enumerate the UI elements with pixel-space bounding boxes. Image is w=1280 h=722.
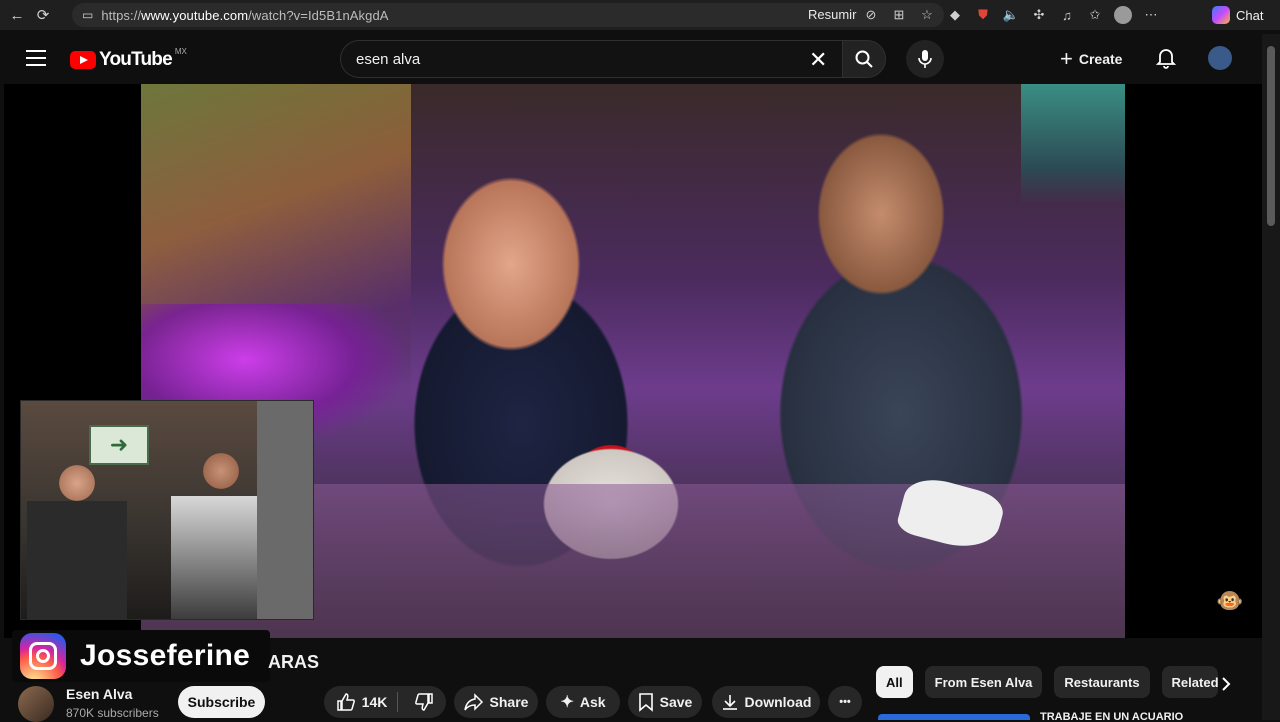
- page-scrollbar[interactable]: [1262, 34, 1280, 720]
- ask-button[interactable]: ✦ Ask: [546, 686, 620, 718]
- monkey-emoji-icon: 🐵: [1216, 588, 1244, 613]
- streamer-person-left: [27, 461, 127, 619]
- notifications-button[interactable]: [1155, 47, 1177, 74]
- instagram-handle: Josseferine: [80, 639, 251, 672]
- instagram-icon: [20, 633, 66, 679]
- favorite-star-icon[interactable]: ☆: [916, 4, 938, 26]
- create-label: Create: [1078, 51, 1123, 67]
- profile-icon[interactable]: [1112, 4, 1134, 26]
- share-icon: [463, 693, 483, 711]
- extensions-puzzle-icon[interactable]: ✣: [1028, 4, 1050, 26]
- search-input[interactable]: esen alva ✕: [340, 40, 842, 78]
- favorites-icon[interactable]: ✩: [1084, 4, 1106, 26]
- recommendation-chips: All From Esen Alva Restaurants Related: [876, 666, 1218, 698]
- region-code: MX: [174, 46, 187, 56]
- youtube-header: YouTube MX esen alva ✕ + Create: [0, 34, 1262, 84]
- mute-icon[interactable]: 🔈: [1000, 4, 1022, 26]
- browser-toolbar: ← ⟳ ▭ https://www.youtube.com/watch?v=Id…: [0, 0, 1280, 30]
- copilot-icon: [1212, 6, 1230, 24]
- media-icon[interactable]: ♫: [1056, 4, 1078, 26]
- exit-sign-icon: ➜: [89, 425, 149, 465]
- download-label: Download: [744, 694, 812, 710]
- logo-text: YouTube: [99, 49, 173, 70]
- like-button[interactable]: 14K: [336, 692, 399, 712]
- url-text: https://www.youtube.com/watch?v=Id5B1nAk…: [101, 7, 389, 23]
- share-label: Share: [489, 694, 529, 710]
- save-button[interactable]: Save: [628, 686, 702, 718]
- clear-search-icon[interactable]: ✕: [809, 47, 827, 73]
- video-title: ARAS: [268, 652, 320, 672]
- refresh-icon[interactable]: ⟳: [30, 0, 56, 30]
- chip-restaurants[interactable]: Restaurants: [1054, 666, 1150, 698]
- like-count: 14K: [361, 694, 388, 710]
- account-avatar[interactable]: [1208, 46, 1232, 70]
- voice-search-button[interactable]: [906, 40, 944, 78]
- menu-icon[interactable]: [26, 50, 46, 68]
- subscriber-count: 870K subscribers: [66, 706, 159, 720]
- sparkle-icon: ✦: [560, 694, 574, 711]
- webcam-overlay: ➜: [20, 400, 314, 620]
- resumir-button[interactable]: Resumir: [808, 7, 856, 22]
- youtube-play-icon: [70, 51, 96, 69]
- instagram-overlay: Josseferine: [12, 630, 270, 682]
- share-button[interactable]: Share: [454, 686, 538, 718]
- more-actions-button[interactable]: •••: [828, 686, 862, 718]
- dislike-button[interactable]: [404, 692, 434, 712]
- thumbs-up-icon: [336, 693, 355, 711]
- recommendation-thumbnail[interactable]: [878, 714, 1030, 720]
- streamer-person-right: [171, 441, 271, 619]
- bell-icon: [1155, 49, 1177, 69]
- extension-diamond-icon[interactable]: ◆: [944, 4, 966, 26]
- recommendation-title[interactable]: TRABAJE EN UN ACUARIO: [1040, 711, 1240, 720]
- chevron-right-icon[interactable]: [1214, 672, 1238, 696]
- site-info-icon[interactable]: ▭: [82, 8, 93, 22]
- video-right-decor: [1021, 84, 1125, 204]
- download-button[interactable]: Download: [712, 686, 820, 718]
- like-dislike-group: 14K: [324, 686, 446, 718]
- bookmark-icon: [638, 693, 653, 712]
- search-icon: [855, 50, 873, 68]
- create-button[interactable]: + Create: [1060, 46, 1122, 72]
- subscribe-button[interactable]: Subscribe: [178, 686, 265, 718]
- thumbs-down-icon: [415, 693, 434, 711]
- channel-avatar[interactable]: [18, 686, 54, 722]
- channel-name[interactable]: Esen Alva: [66, 686, 132, 702]
- plus-icon: +: [1060, 46, 1073, 71]
- scrollbar-thumb[interactable]: [1267, 46, 1275, 226]
- youtube-logo[interactable]: YouTube MX: [70, 46, 187, 71]
- app-icon[interactable]: ⊞: [888, 4, 910, 26]
- microphone-icon: [918, 50, 932, 68]
- chat-label: Chat: [1236, 7, 1264, 23]
- download-icon: [722, 695, 737, 710]
- search-button[interactable]: [842, 40, 886, 78]
- back-icon[interactable]: ←: [4, 0, 30, 30]
- copilot-chat-button[interactable]: Chat: [1212, 4, 1263, 26]
- extension-shield-icon[interactable]: ⛊: [972, 4, 994, 26]
- search-query: esen alva: [356, 51, 421, 68]
- ask-label: Ask: [579, 694, 606, 710]
- chip-all[interactable]: All: [876, 666, 913, 698]
- chip-from-channel[interactable]: From Esen Alva: [924, 666, 1043, 698]
- more-menu-icon[interactable]: ⋯: [1140, 4, 1162, 26]
- summary-icon[interactable]: ⊘: [860, 4, 882, 26]
- chip-related[interactable]: Related: [1161, 666, 1218, 698]
- webcam-curtain: [257, 401, 313, 619]
- save-label: Save: [659, 694, 693, 710]
